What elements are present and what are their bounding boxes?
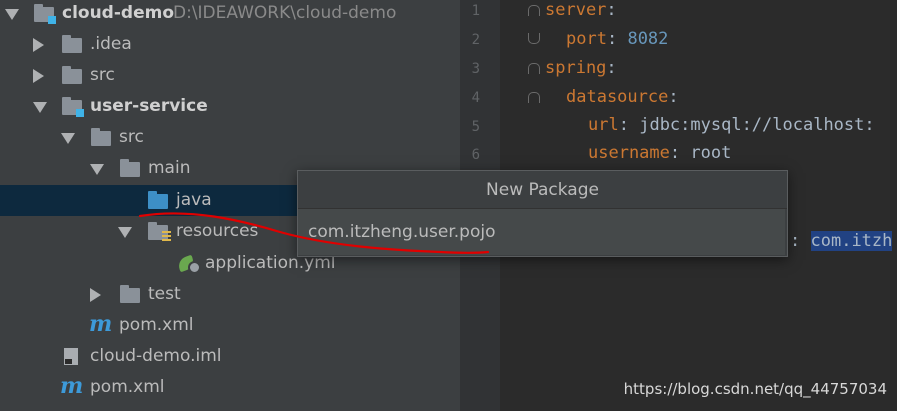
project-path: D:\IDEAWORK\cloud-demo (173, 3, 397, 23)
yaml-key: port (566, 29, 607, 49)
collapse-arrow-icon[interactable] (33, 69, 44, 83)
yaml-key: username (588, 143, 670, 163)
code-line-1: server: (545, 0, 617, 20)
tree-label-resources: resources (176, 221, 259, 241)
tree-label-test: test (148, 284, 181, 304)
tree-label-src: src (90, 65, 115, 85)
dialog-title: New Package (298, 171, 787, 209)
line-number: 5 (471, 119, 480, 135)
tree-label-iml: cloud-demo.iml (90, 346, 222, 366)
iml-file-icon (64, 348, 78, 365)
search-highlight: com.itzh (810, 231, 893, 251)
resources-folder-icon (148, 222, 171, 241)
code-line-5: url: jdbc:mysql://localhost: (588, 115, 875, 135)
colon: : (790, 231, 801, 251)
collapse-arrow-icon[interactable] (90, 288, 101, 302)
gear-icon (188, 261, 201, 274)
maven-icon: m (89, 311, 113, 337)
code-line-2: port: 8082 (566, 29, 668, 49)
tree-label-java: java (176, 190, 212, 210)
yaml-key: url (588, 115, 619, 135)
tree-row-src[interactable]: src (0, 60, 460, 91)
yaml-value: 8082 (627, 29, 669, 49)
colon: : (606, 0, 617, 20)
colon: : (606, 58, 617, 78)
folder-icon (120, 285, 140, 303)
package-name-input[interactable] (298, 209, 785, 255)
yaml-key: spring (545, 58, 607, 78)
code-line-6: username: root (588, 143, 731, 163)
yaml-value: jdbc:mysql://localhost: (639, 115, 875, 135)
line-number: 2 (471, 32, 480, 48)
colon: : (618, 115, 629, 135)
new-package-dialog: New Package (297, 170, 788, 257)
expand-arrow-icon[interactable] (33, 102, 47, 113)
maven-icon: m (60, 373, 84, 399)
collapse-arrow-icon[interactable] (33, 38, 44, 52)
tree-row-module-src[interactable]: src (0, 122, 460, 153)
module-folder-icon (34, 4, 56, 24)
expand-arrow-icon[interactable] (61, 133, 75, 144)
tree-row-root-pom[interactable]: m pom.xml (0, 372, 460, 403)
tree-row-iml[interactable]: cloud-demo.iml (0, 341, 460, 372)
expand-arrow-icon[interactable] (5, 9, 19, 20)
folder-icon (62, 35, 82, 53)
source-folder-icon (148, 191, 168, 209)
line-number: 6 (471, 147, 480, 163)
module-name: user-service (90, 96, 208, 116)
project-name: cloud-demo (62, 3, 175, 23)
tree-row-module-pom[interactable]: m pom.xml (0, 310, 460, 341)
fold-marker-icon[interactable] (528, 92, 540, 103)
folder-icon (91, 128, 111, 146)
watermark: https://blog.csdn.net/qq_44757034 (623, 380, 887, 398)
code-line-4: datasource: (566, 87, 679, 107)
fold-marker-icon[interactable] (528, 5, 540, 16)
fold-marker-icon[interactable] (528, 33, 540, 44)
expand-arrow-icon[interactable] (90, 164, 104, 175)
tree-row-user-service[interactable]: user-service (0, 91, 460, 122)
module-folder-icon (62, 97, 84, 117)
colon: : (669, 143, 681, 163)
code-line-highlight: : com.itzh (790, 231, 893, 251)
folder-icon (120, 159, 140, 177)
fold-marker-icon[interactable] (528, 63, 540, 74)
line-number: 4 (471, 90, 480, 106)
tree-row-cloud-demo[interactable]: cloud-demo D:\IDEAWORK\cloud-demo (0, 0, 460, 29)
tree-label-main: main (148, 158, 191, 178)
colon: : (606, 29, 618, 49)
tree-label-module-pom: pom.xml (119, 315, 194, 335)
yaml-key: server (545, 0, 607, 20)
yaml-key: datasource (566, 87, 669, 107)
folder-icon (62, 66, 82, 84)
code-line-3: spring: (545, 58, 617, 78)
tree-label-module-src: src (119, 127, 144, 147)
tree-label-root-pom: pom.xml (90, 377, 165, 397)
tree-row-idea[interactable]: .idea (0, 29, 460, 60)
line-number: 3 (471, 61, 480, 77)
yaml-value: root (690, 143, 732, 163)
line-number: 1 (471, 3, 480, 19)
colon: : (668, 87, 679, 107)
tree-label-idea: .idea (90, 34, 132, 54)
tree-row-test[interactable]: test (0, 279, 460, 310)
expand-arrow-icon[interactable] (118, 227, 132, 238)
